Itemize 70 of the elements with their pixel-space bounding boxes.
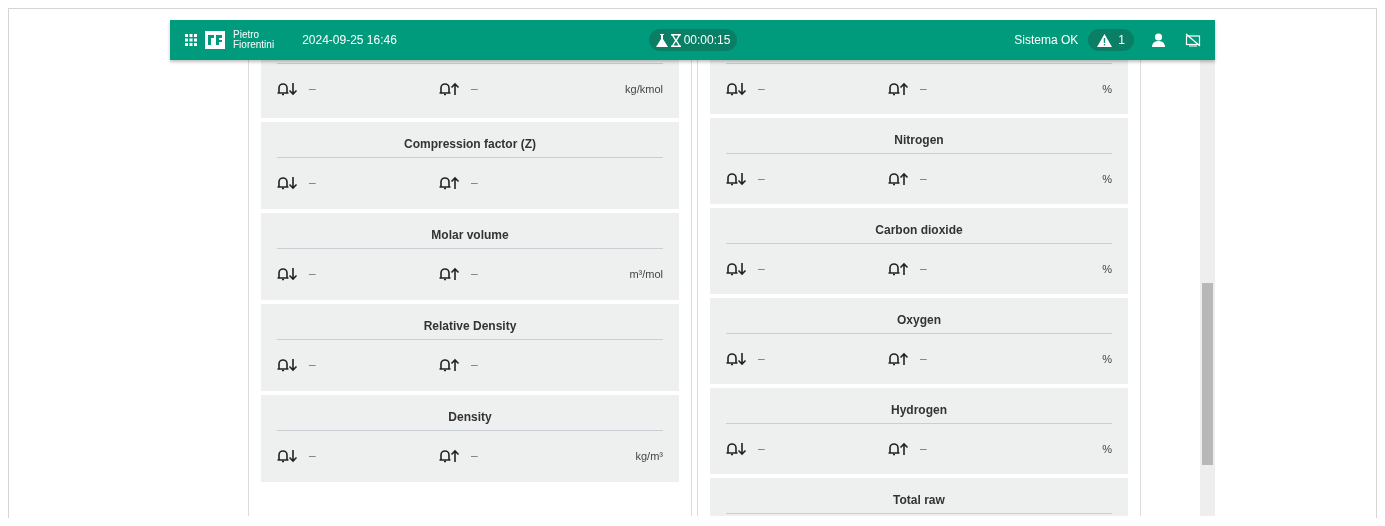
- high-alarm-value: –: [471, 358, 478, 372]
- unit-label: %: [1102, 443, 1112, 455]
- high-alarm-value: –: [920, 172, 927, 186]
- high-alarm-value: –: [471, 449, 478, 463]
- low-alarm-value: –: [309, 267, 316, 281]
- logo-icon: [205, 31, 225, 49]
- unit-label: %: [1102, 83, 1112, 95]
- unit-label: %: [1102, 173, 1112, 185]
- high-alarm-value: –: [920, 352, 927, 366]
- bell-down-arrow-icon: [277, 267, 299, 281]
- high-alarm-value: –: [920, 262, 927, 276]
- low-alarm-value: –: [309, 358, 316, 372]
- bell-down-arrow-icon: [726, 82, 748, 96]
- crossed-screen-icon[interactable]: [1185, 33, 1201, 47]
- bell-down-arrow-icon: [277, 449, 299, 463]
- unit-label: %: [1102, 263, 1112, 275]
- low-alarm-value: –: [309, 82, 316, 96]
- bell-down-arrow-icon: [726, 262, 748, 276]
- unit-label: kg/kmol: [625, 83, 663, 95]
- bell-up-arrow-icon: [439, 176, 461, 190]
- bell-up-arrow-icon: [439, 82, 461, 96]
- hourglass-icon: [670, 33, 681, 47]
- scrollbar-thumb[interactable]: [1202, 283, 1213, 465]
- alarm-button[interactable]: 1: [1088, 29, 1134, 51]
- card-title: Hydrogen: [890, 402, 948, 419]
- card-title: Relative Density: [422, 318, 518, 335]
- low-alarm-value: –: [309, 176, 316, 190]
- card-title: Carbon dioxide: [874, 222, 964, 239]
- warning-icon: [1097, 33, 1113, 47]
- apps-grid-icon[interactable]: [185, 34, 197, 46]
- bell-up-arrow-icon: [888, 352, 910, 366]
- unit-label: m³/mol: [629, 268, 663, 280]
- bell-up-arrow-icon: [439, 267, 461, 281]
- high-alarm-value: –: [471, 267, 478, 281]
- user-icon[interactable]: [1152, 33, 1165, 47]
- bell-down-arrow-icon: [277, 176, 299, 190]
- brand-name: Pietro Fiorentini: [233, 30, 275, 50]
- bell-up-arrow-icon: [888, 82, 910, 96]
- card-title: Nitrogen: [893, 132, 945, 149]
- high-alarm-value: –: [471, 176, 478, 190]
- bell-down-arrow-icon: [726, 172, 748, 186]
- high-alarm-value: –: [920, 442, 927, 456]
- system-status: Sistema OK: [1014, 33, 1079, 47]
- low-alarm-value: –: [758, 262, 765, 276]
- bell-down-arrow-icon: [277, 358, 299, 372]
- timer-badge: 00:00:15: [648, 29, 738, 51]
- bell-up-arrow-icon: [888, 442, 910, 456]
- low-alarm-value: –: [758, 172, 765, 186]
- bell-up-arrow-icon: [439, 358, 461, 372]
- low-alarm-value: –: [758, 352, 765, 366]
- bell-up-arrow-icon: [439, 449, 461, 463]
- bell-down-arrow-icon: [726, 352, 748, 366]
- low-alarm-value: –: [758, 82, 765, 96]
- card-title: Density: [447, 409, 493, 426]
- low-alarm-value: –: [758, 442, 765, 456]
- card-title: Compression factor (Z): [403, 136, 537, 153]
- unit-label: kg/m³: [635, 450, 663, 462]
- bell-up-arrow-icon: [888, 172, 910, 186]
- card-title: Oxygen: [896, 312, 942, 329]
- card-title: Total raw: [892, 492, 946, 509]
- unit-label: %: [1102, 353, 1112, 365]
- bell-down-arrow-icon: [726, 442, 748, 456]
- high-alarm-value: –: [471, 82, 478, 96]
- flask-icon: [655, 33, 668, 47]
- bell-up-arrow-icon: [888, 262, 910, 276]
- bell-down-arrow-icon: [277, 82, 299, 96]
- card-title: Molar volume: [430, 227, 510, 244]
- high-alarm-value: –: [920, 82, 927, 96]
- low-alarm-value: –: [309, 449, 316, 463]
- date-time: 2024-09-25 16:46: [302, 33, 397, 47]
